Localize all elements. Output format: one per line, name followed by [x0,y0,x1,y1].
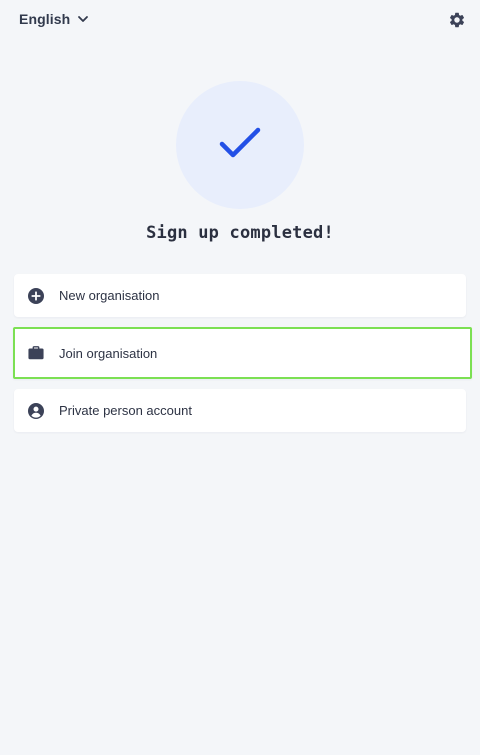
success-badge [176,81,304,209]
briefcase-icon [28,345,44,361]
user-circle-icon [28,402,44,419]
new-organisation-label: New organisation [59,288,160,303]
join-organisation-option[interactable]: Join organisation [13,327,472,379]
private-person-account-label: Private person account [59,403,192,418]
gear-icon[interactable] [448,11,466,29]
new-organisation-option[interactable]: New organisation [14,274,466,317]
chevron-down-icon [77,13,89,25]
top-bar: English [0,0,480,40]
plus-circle-icon [28,287,44,304]
private-person-account-option[interactable]: Private person account [14,389,466,432]
language-label: English [19,11,71,27]
language-select[interactable]: English [19,11,89,27]
checkmark-icon [218,125,262,166]
join-organisation-label: Join organisation [59,345,158,361]
page-title: Sign up completed! [146,223,334,243]
